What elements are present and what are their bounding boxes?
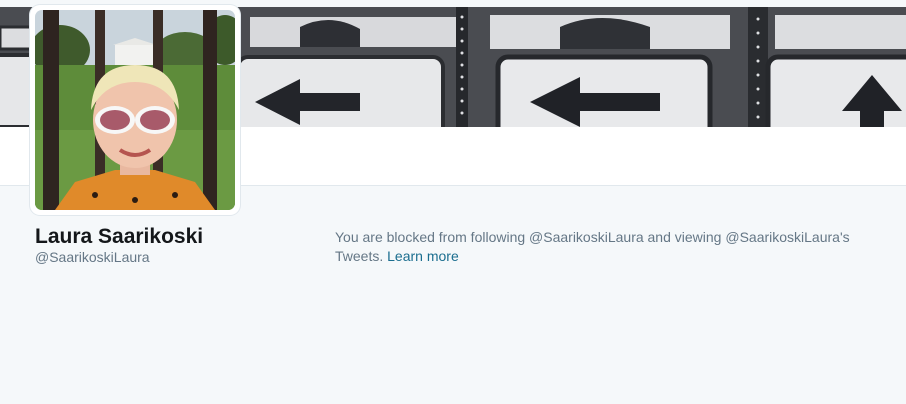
profile-avatar[interactable] bbox=[30, 5, 240, 215]
profile-handle: @SaarikoskiLaura bbox=[35, 249, 150, 265]
avatar-photo bbox=[35, 10, 235, 210]
blocked-notice: You are blocked from following @Saarikos… bbox=[335, 228, 875, 266]
profile-name: Laura Saarikoski bbox=[35, 225, 204, 248]
learn-more-link[interactable]: Learn more bbox=[387, 248, 459, 264]
